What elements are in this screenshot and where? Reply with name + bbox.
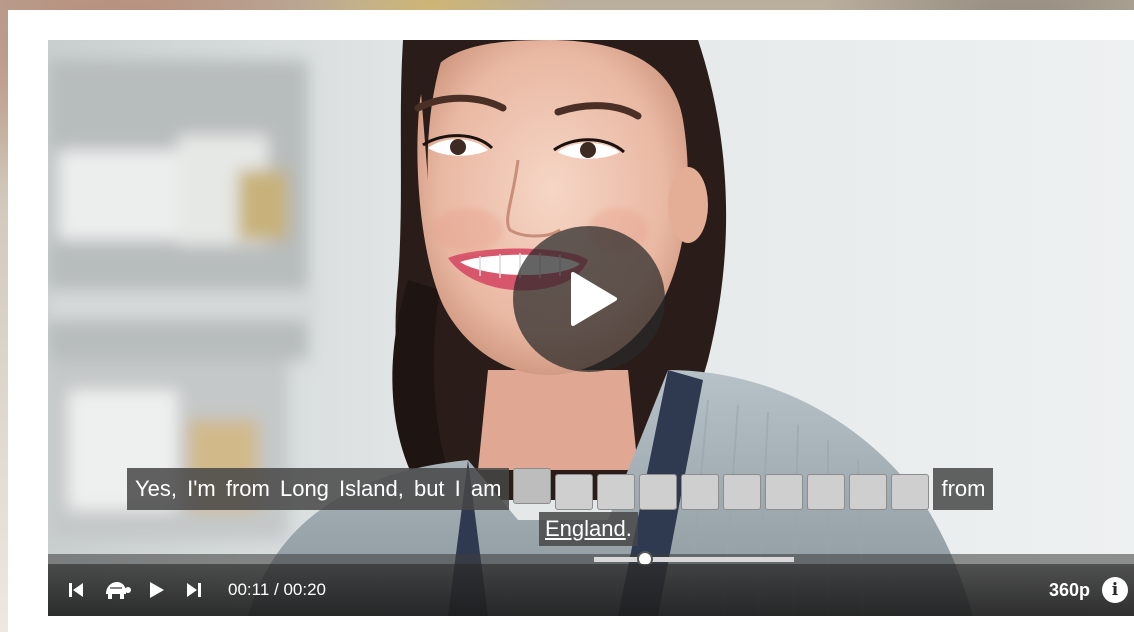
subtitle-text-after: from — [933, 468, 994, 510]
play-icon — [571, 272, 617, 326]
subtitle-line-1: Yes, I'm from Long Island, but I am from — [127, 468, 994, 510]
word-blank-group[interactable] — [513, 468, 930, 510]
letter-blank[interactable] — [555, 474, 594, 510]
skip-previous-icon — [69, 583, 83, 597]
current-time: 00:11 — [228, 580, 270, 599]
control-bar: 00:11 / 00:20 360p i — [48, 564, 1134, 616]
letter-blank[interactable] — [765, 474, 804, 510]
video-player[interactable]: Yes, I'm from Long Island, but I am from… — [48, 40, 1134, 616]
letter-blank[interactable] — [891, 474, 930, 510]
letter-blank[interactable] — [639, 474, 678, 510]
subtitle-line-2: England. — [539, 512, 638, 546]
letter-blank[interactable] — [849, 474, 888, 510]
subtitle-end-punctuation: . — [625, 516, 632, 541]
letter-blank[interactable] — [723, 474, 762, 510]
letter-blank[interactable] — [597, 474, 636, 510]
skip-next-icon — [187, 583, 201, 597]
quality-selector[interactable]: 360p — [1049, 580, 1090, 601]
turtle-slow-speed-icon — [106, 582, 131, 599]
total-duration: 00:20 — [283, 580, 326, 599]
info-button[interactable]: i — [1102, 577, 1128, 603]
big-play-button[interactable] — [513, 226, 665, 372]
slow-speed-button[interactable] — [98, 564, 138, 616]
subtitle-text-before: Yes, I'm from Long Island, but I am — [127, 468, 510, 510]
time-display: 00:11 / 00:20 — [228, 580, 326, 600]
dictionary-word-link[interactable]: England — [545, 516, 626, 541]
time-separator: / — [269, 580, 284, 599]
progress-buffered-segment — [594, 557, 794, 562]
info-icon: i — [1111, 580, 1119, 600]
letter-blank[interactable] — [807, 474, 846, 510]
progress-bar[interactable] — [48, 551, 1134, 567]
next-sentence-button[interactable] — [176, 564, 212, 616]
previous-sentence-button[interactable] — [54, 564, 98, 616]
subtitle-text-line2: England. — [539, 512, 638, 546]
play-pause-button[interactable] — [138, 564, 176, 616]
letter-blank[interactable] — [681, 474, 720, 510]
play-icon — [150, 582, 164, 598]
letter-blank[interactable] — [513, 468, 552, 504]
